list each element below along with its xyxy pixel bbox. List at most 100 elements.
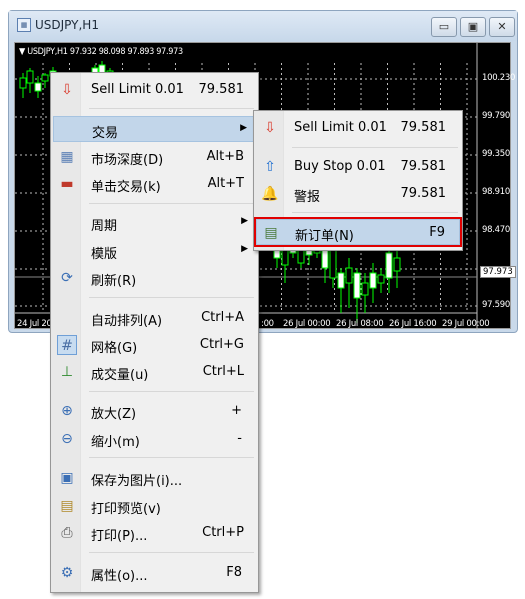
properties-icon: ⚙ xyxy=(60,565,74,581)
menu-item-shortcut: 79.581 xyxy=(400,186,447,201)
chart-context-menu: ⇩ Sell Limit 0.01 79.581 交易 ▶ ▦ 市场深度(D) Alt+B ▬ 单… xyxy=(50,72,259,593)
menu-item-shortcut: Ctrl+P xyxy=(202,525,244,540)
menu-item[interactable]: 自动排列(A) Ctrl+A xyxy=(53,305,256,331)
zoom-in-icon: ⊕ xyxy=(61,403,73,419)
menu-item-shortcut: F8 xyxy=(226,565,242,580)
menu-item-label: Buy Stop 0.01 xyxy=(294,159,386,174)
menu-item[interactable]: 模版 ▶ xyxy=(53,238,256,264)
candle xyxy=(369,272,377,289)
candle xyxy=(329,247,337,279)
price-label: 98.910 xyxy=(482,187,510,197)
candle xyxy=(393,257,401,272)
menu-item[interactable]: ⊖ 缩小(m) - xyxy=(53,426,256,452)
menu-separator xyxy=(89,203,254,204)
submenu-arrow-icon: ▶ xyxy=(241,244,248,254)
menu-item-label: 市场深度(D) xyxy=(91,153,164,168)
menu-item[interactable]: 🔔 警报 79.581 xyxy=(256,181,460,207)
candle xyxy=(377,274,385,284)
menu-separator xyxy=(292,147,458,148)
menu-item[interactable]: ▦ 市场深度(D) Alt+B xyxy=(53,144,256,170)
menu-item-shortcut: Ctrl+L xyxy=(202,364,244,379)
alert-bell-icon: 🔔 xyxy=(261,186,279,202)
menu-item-label: Sell Limit 0.01 xyxy=(294,120,387,135)
title-bar[interactable]: ▦ USDJPY,H1 ▭ ▣ ✕ xyxy=(9,11,517,41)
candle xyxy=(345,267,353,284)
menu-item-shortcut: Alt+T xyxy=(207,176,244,191)
candle xyxy=(19,77,27,89)
volume-icon: ⊥ xyxy=(60,364,74,380)
candle xyxy=(41,74,49,82)
new-order-icon: ▤ xyxy=(264,225,278,241)
menu-item[interactable]: ⊕ 放大(Z) + xyxy=(53,398,256,424)
menu-item-shortcut: 79.581 xyxy=(400,159,447,174)
price-label: 99.790 xyxy=(482,111,510,121)
close-button[interactable]: ✕ xyxy=(489,17,515,37)
candle xyxy=(385,252,393,279)
menu-item-shortcut: Ctrl+A xyxy=(201,310,244,325)
print-preview-icon: ▤ xyxy=(60,498,74,514)
market-depth-icon: ▦ xyxy=(60,149,74,165)
menu-item-label: 缩小(m) xyxy=(91,435,140,450)
menu-item[interactable]: ⟳ 刷新(R) xyxy=(53,265,256,291)
menu-item[interactable]: ⇩ Sell Limit 0.01 79.581 xyxy=(256,115,460,141)
submenu-arrow-icon: ▶ xyxy=(240,123,247,133)
menu-item[interactable]: ⇧ Buy Stop 0.01 79.581 xyxy=(256,154,460,180)
menu-separator xyxy=(89,297,254,298)
price-label: 97.590 xyxy=(482,300,510,310)
window-title: USDJPY,H1 xyxy=(35,18,99,32)
menu-item[interactable]: ▬ 单击交易(k) Alt+T xyxy=(53,171,256,197)
candle xyxy=(321,247,329,269)
save-picture-icon: ▣ xyxy=(60,470,74,486)
menu-item[interactable]: ⚙ 属性(o)... F8 xyxy=(53,560,256,586)
maximize-button[interactable]: ▣ xyxy=(460,17,486,37)
sell-limit-icon: ⇩ xyxy=(264,120,276,136)
menu-item-shortcut: Ctrl+G xyxy=(199,337,244,352)
menu-item-shortcut: 79.581 xyxy=(198,82,245,97)
menu-item-label: 周期 xyxy=(91,219,118,234)
menu-item-label: 模版 xyxy=(91,247,118,262)
candle xyxy=(361,282,369,296)
menu-item-label: 新订单(N) xyxy=(295,229,354,244)
menu-item-label: 放大(Z) xyxy=(91,407,137,422)
menu-item[interactable]: ⎙ 打印(P)... Ctrl+P xyxy=(53,520,256,546)
zoom-out-icon: ⊖ xyxy=(61,431,73,447)
chart-window-icon: ▦ xyxy=(17,18,31,32)
menu-item-label: 打印预览(v) xyxy=(91,502,161,517)
menu-separator xyxy=(89,391,254,392)
menu-item-label: Sell Limit 0.01 xyxy=(91,82,184,97)
menu-item[interactable]: ▤ 打印预览(v) xyxy=(53,493,256,519)
menu-separator xyxy=(89,108,254,109)
menu-item[interactable]: ▤ 新订单(N) F9 xyxy=(254,217,462,247)
menu-item[interactable]: ⊥ 成交量(u) Ctrl+L xyxy=(53,359,256,385)
minimize-button[interactable]: ▭ xyxy=(431,17,457,37)
price-label: 98.470 xyxy=(482,225,510,235)
menu-item-label: 属性(o)... xyxy=(91,569,148,584)
candle xyxy=(337,272,345,289)
menu-item-label: 保存为图片(i)... xyxy=(91,474,183,489)
menu-item[interactable]: 周期 ▶ xyxy=(53,210,256,236)
menu-item-shortcut: 79.581 xyxy=(400,120,447,135)
grid-icon: # xyxy=(57,335,77,355)
print-icon: ⎙ xyxy=(61,525,73,541)
one-click-trading-icon: ▬ xyxy=(60,176,74,192)
price-label: 100.230 xyxy=(482,73,516,83)
candle xyxy=(26,70,34,84)
refresh-icon: ⟳ xyxy=(61,270,73,286)
menu-item[interactable]: 交易 ▶ xyxy=(53,116,256,142)
time-label: :00 xyxy=(261,319,274,329)
menu-item[interactable]: ⇩ Sell Limit 0.01 79.581 xyxy=(53,77,256,103)
current-price-label: 97.973 xyxy=(480,266,516,278)
menu-separator xyxy=(89,457,254,458)
time-label: 29 Jul 00:00 xyxy=(442,319,490,329)
chart-header: ▼ USDJPY,H1 97.932 98.098 97.893 97.973 xyxy=(19,47,183,57)
time-label: 26 Jul 08:00 xyxy=(336,319,384,329)
menu-item-label: 单击交易(k) xyxy=(91,180,161,195)
menu-item[interactable]: ▣ 保存为图片(i)... xyxy=(53,465,256,491)
menu-item-shortcut: Alt+B xyxy=(206,149,244,164)
menu-item-label: 打印(P)... xyxy=(91,529,148,544)
menu-item-label: 交易 xyxy=(92,126,119,141)
menu-item-shortcut: - xyxy=(237,431,242,446)
time-label: 26 Jul 00:00 xyxy=(283,319,331,329)
menu-item[interactable]: # 网格(G) Ctrl+G xyxy=(53,332,256,358)
menu-item-shortcut: + xyxy=(231,403,242,418)
